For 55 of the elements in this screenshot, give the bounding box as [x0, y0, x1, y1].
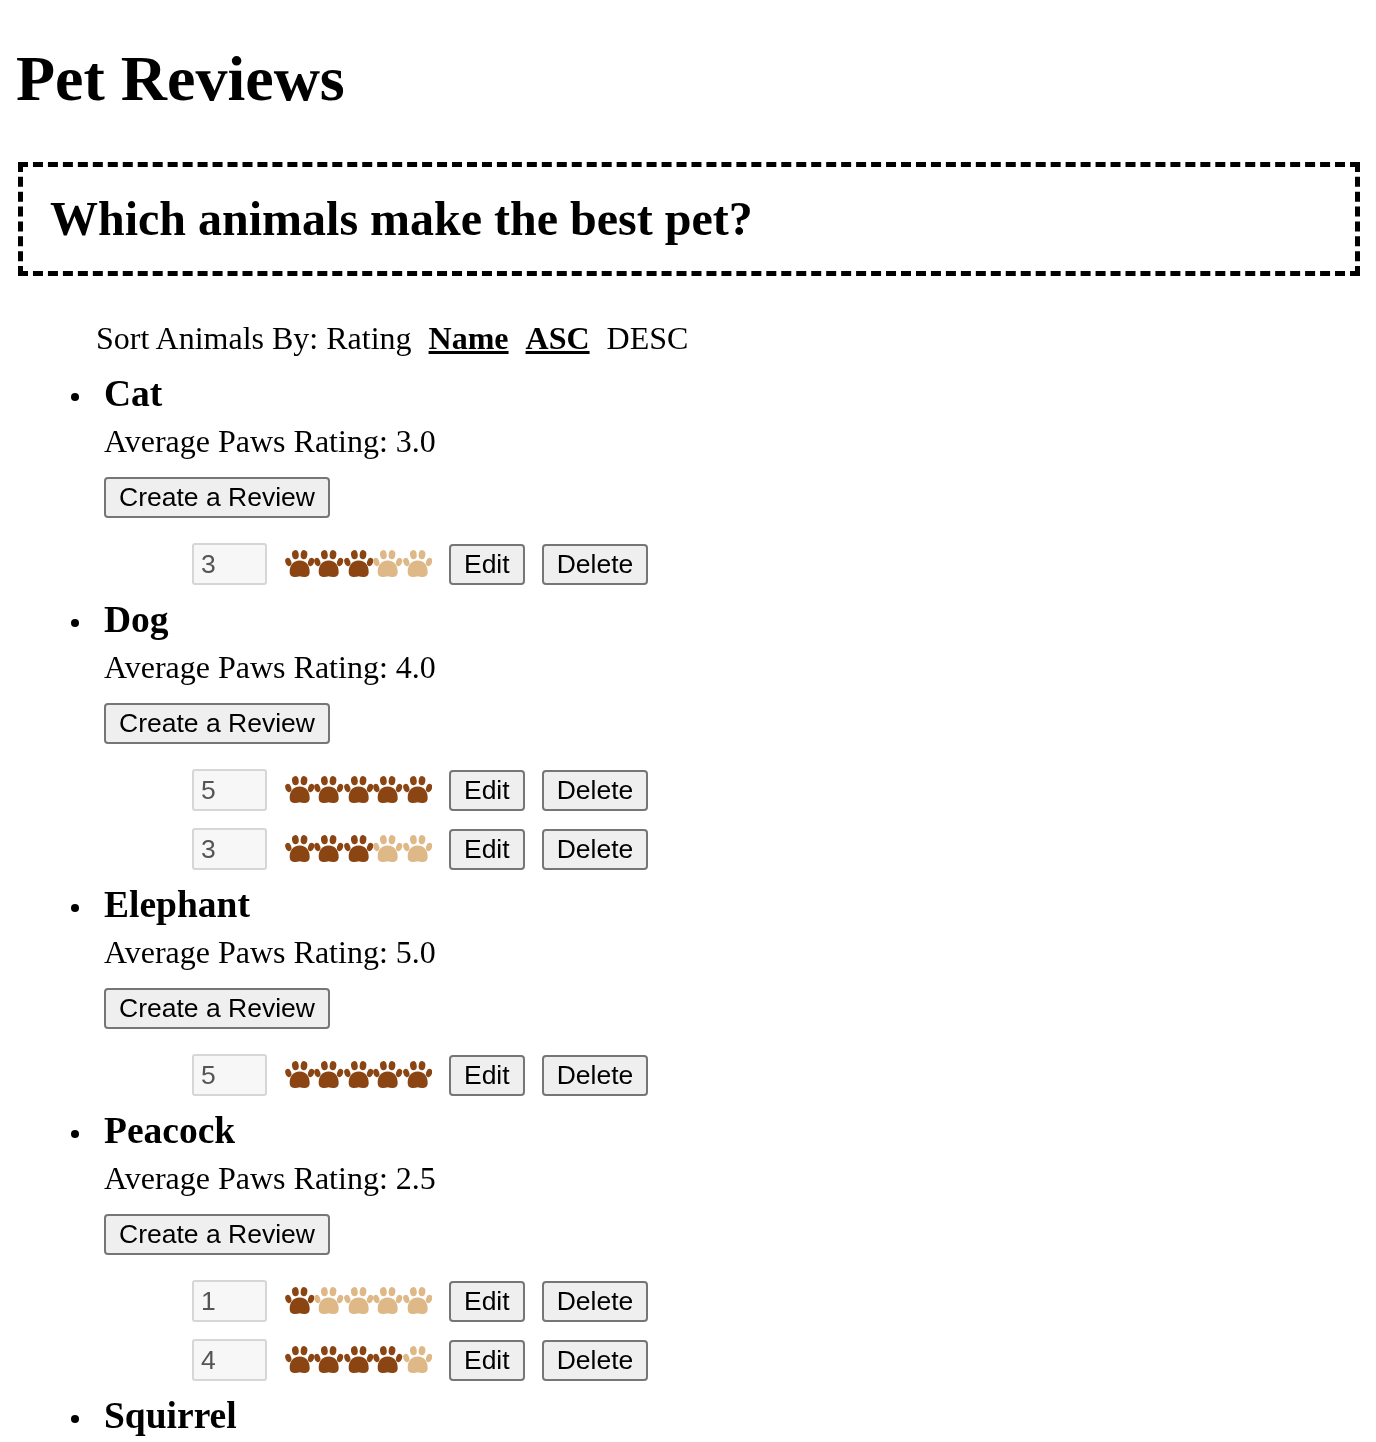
paw-icon [314, 550, 344, 578]
sort-option-link[interactable]: ASC [525, 318, 590, 358]
bullet-icon [71, 393, 79, 401]
paw-icon [285, 835, 315, 863]
paw-icon [285, 776, 315, 804]
create-review-button[interactable]: Create a Review [104, 477, 330, 518]
animal-name: Peacock [104, 1112, 236, 1150]
average-rating: Average Paws Rating: 4.0 [104, 648, 436, 687]
paw-icon [285, 1061, 315, 1089]
average-rating: Average Paws Rating: 3.0 [104, 422, 436, 461]
paw-icon [314, 1287, 344, 1315]
sort-option-link[interactable]: Name [428, 318, 509, 358]
animal-name: Squirrel [104, 1397, 237, 1435]
paw-icon [402, 1346, 432, 1374]
paw-icon [343, 550, 374, 578]
paw-icon [373, 835, 403, 863]
paw-icon [402, 776, 432, 804]
question-title: Which animals make the best pet? [50, 193, 753, 245]
paw-icon [373, 1287, 403, 1315]
paw-icon [314, 835, 344, 863]
paw-icon [373, 1061, 403, 1089]
paw-icon [402, 1061, 432, 1089]
bullet-icon [71, 619, 79, 627]
paw-icon [314, 776, 344, 804]
paw-icon [373, 1346, 403, 1374]
paw-icon [285, 1346, 315, 1374]
paw-icon [343, 1287, 374, 1315]
bullet-icon [71, 904, 79, 912]
paw-icon [314, 1346, 344, 1374]
bullet-icon [71, 1130, 79, 1138]
bullet-icon [71, 1415, 79, 1423]
paw-icon [343, 835, 374, 863]
paw-icon [373, 550, 403, 578]
animal-name: Cat [104, 375, 163, 413]
paw-icon [373, 776, 403, 804]
paw-icon [343, 1061, 374, 1089]
average-rating: Average Paws Rating: 2.5 [104, 1159, 436, 1198]
paw-icon [314, 1061, 344, 1089]
create-review-button[interactable]: Create a Review [104, 1214, 330, 1255]
paw-icon [402, 550, 432, 578]
paw-icon [343, 1346, 374, 1374]
paw-icon [402, 835, 432, 863]
paw-icon [343, 776, 374, 804]
paw-icon [402, 1287, 432, 1315]
average-rating: Average Paws Rating: 5.0 [104, 933, 436, 972]
sort-option-link[interactable]: Rating [326, 318, 412, 358]
create-review-button[interactable]: Create a Review [104, 988, 330, 1029]
create-review-button[interactable]: Create a Review [104, 703, 330, 744]
animal-name: Elephant [104, 886, 250, 924]
sort-option-link[interactable]: DESC [606, 318, 689, 358]
sort-label: Sort Animals By: [96, 319, 319, 358]
paw-icon [285, 550, 315, 578]
paw-icon [285, 1287, 315, 1315]
animal-name: Dog [104, 601, 169, 639]
page-title: Pet Reviews [16, 44, 345, 114]
